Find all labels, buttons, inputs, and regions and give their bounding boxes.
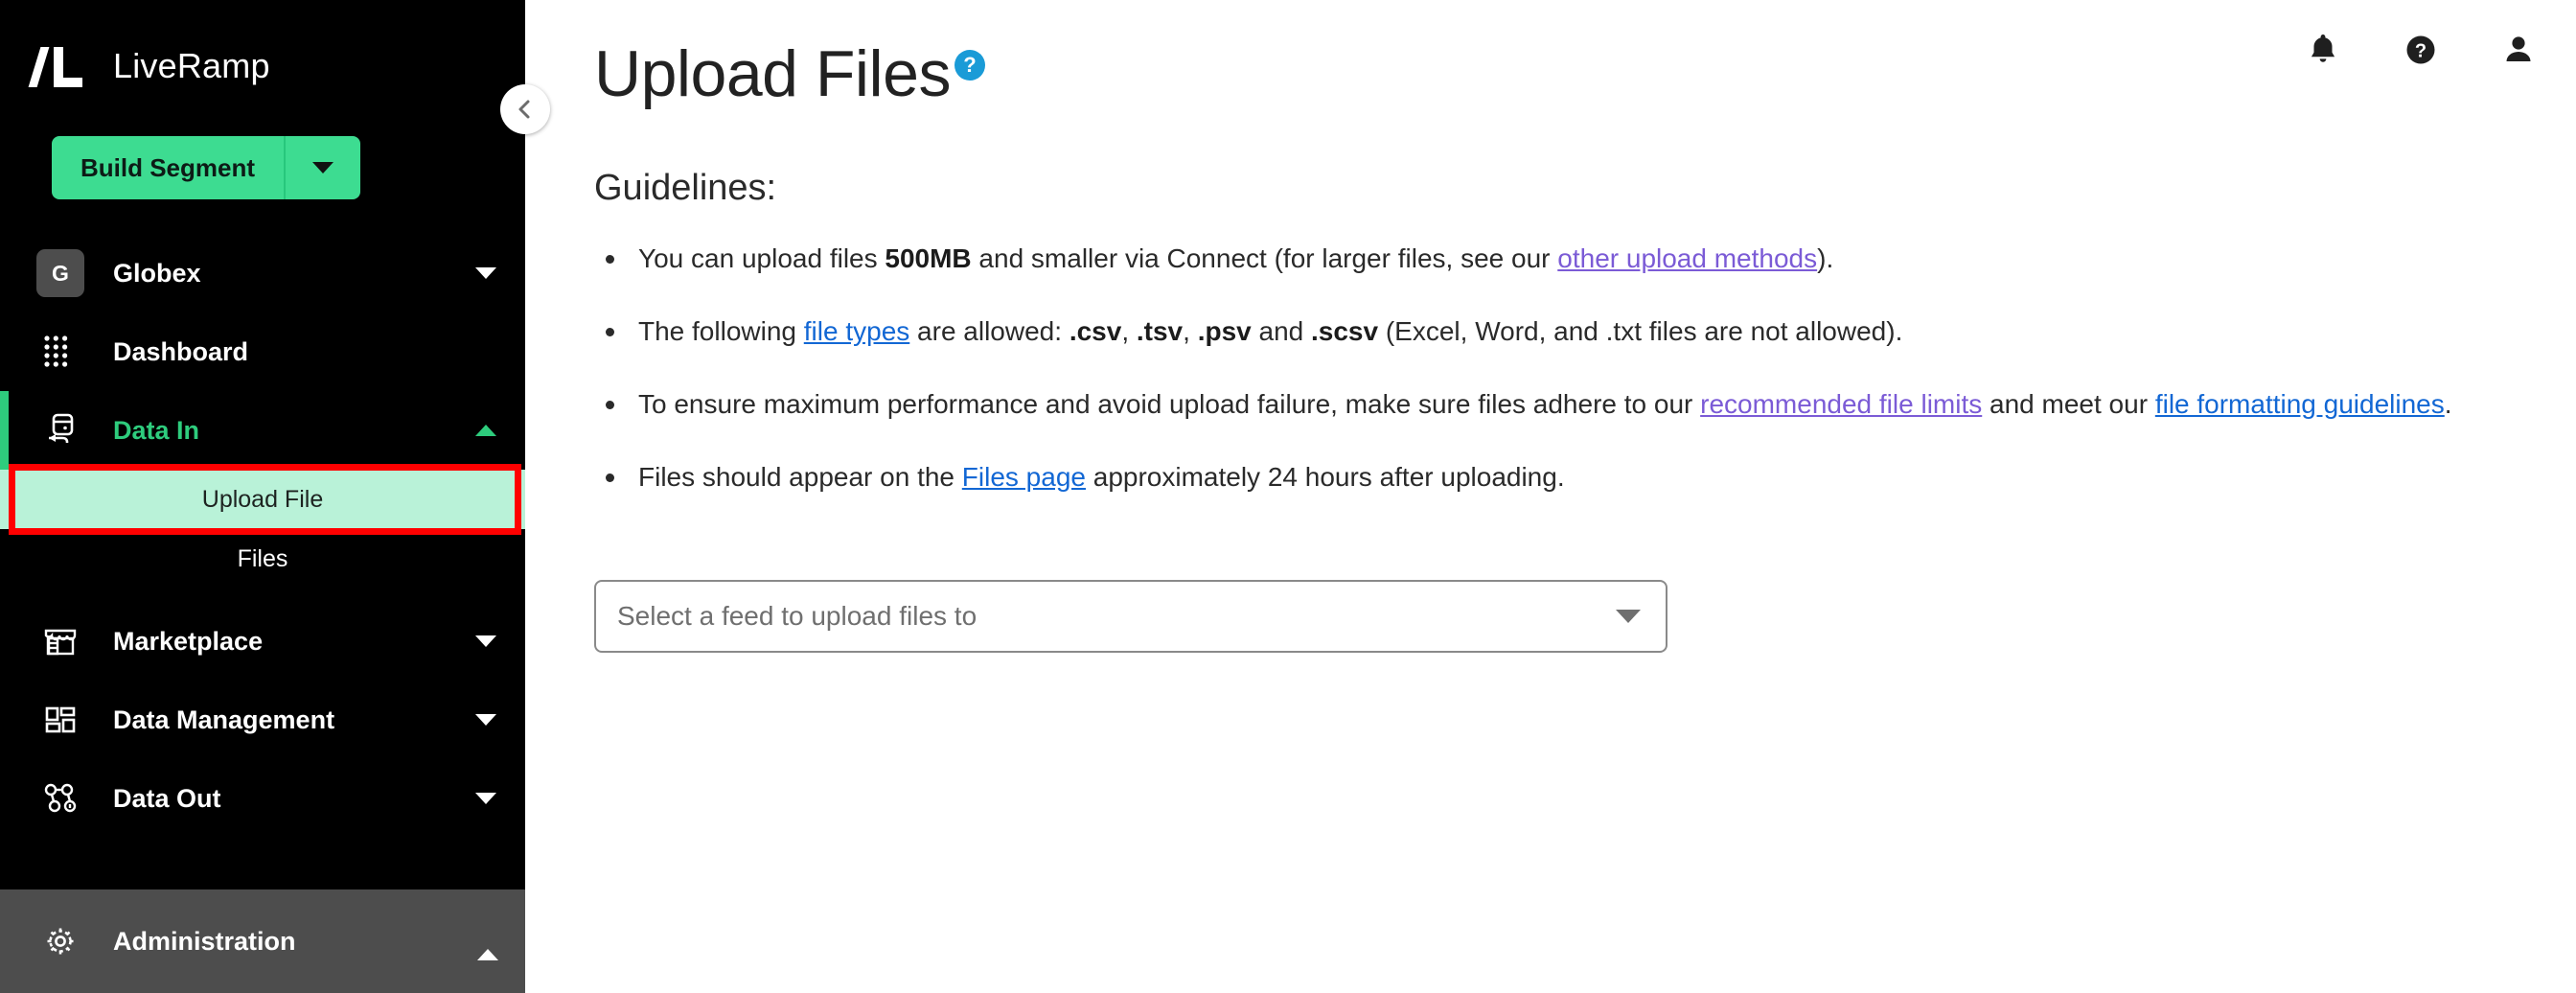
emphasis-text: .psv — [1197, 316, 1252, 347]
sidebar-item-data-in[interactable]: Data In — [0, 391, 525, 470]
svg-text:?: ? — [2415, 41, 2426, 62]
sidebar-item-label: Data In — [113, 415, 200, 445]
brand-name: LiveRamp — [113, 46, 270, 85]
guideline-text: To ensure maximum performance and avoid … — [638, 388, 1701, 419]
build-segment-label: Build Segment — [80, 152, 256, 182]
sidebar-item-marketplace[interactable]: Marketplace — [0, 602, 525, 681]
feed-select[interactable]: Select a feed to upload files to — [594, 580, 1668, 654]
chevron-down-icon[interactable] — [473, 635, 498, 647]
sidebar-item-files[interactable]: Files — [0, 529, 525, 589]
guideline-text: You can upload files — [638, 243, 886, 274]
build-segment-dropdown-toggle[interactable] — [286, 136, 360, 199]
emphasis-text: .tsv — [1136, 316, 1184, 347]
guideline-link[interactable]: recommended file limits — [1700, 389, 1982, 419]
guideline-text: . — [2444, 388, 2452, 419]
sidebar-item-label: Data Management — [113, 704, 335, 734]
guideline-text: The following — [638, 316, 804, 347]
guideline-text: are allowed: — [909, 316, 1070, 347]
sidebar-item-label: Globex — [113, 258, 201, 288]
build-segment-button[interactable]: Build Segment — [52, 136, 361, 199]
sidebar-item-data-out[interactable]: Data Out — [0, 759, 525, 838]
content-area: Guidelines: You can upload files 500MB a… — [525, 168, 2576, 654]
guideline-text: and smaller via Connect (for larger file… — [971, 243, 1558, 274]
sidebar-item-globex[interactable]: G Globex — [0, 234, 525, 312]
app-root: LiveRamp Build Segment G Globex Dashboar… — [0, 0, 2576, 993]
notifications-bell-icon[interactable] — [2300, 27, 2346, 73]
data-out-nodes-icon — [33, 771, 88, 826]
sidebar-item-label: Administration — [113, 926, 296, 956]
sidebar-item-dashboard[interactable]: Dashboard — [0, 312, 525, 391]
title-help-badge-icon[interactable]: ? — [954, 50, 985, 81]
build-segment-wrap: Build Segment — [0, 136, 525, 199]
help-circle-icon[interactable]: ? — [2398, 27, 2444, 73]
sidebar-item-label: Dashboard — [113, 336, 249, 366]
emphasis-text: .scsv — [1311, 316, 1379, 347]
sidebar-item-administration[interactable]: Administration — [0, 889, 525, 993]
guideline-text: ). — [1817, 243, 1834, 274]
sidebar-subitem-label: Files — [237, 544, 288, 572]
caret-down-icon — [1616, 610, 1641, 624]
guideline-text: and — [1251, 316, 1311, 347]
guideline-link[interactable]: file formatting guidelines — [2155, 389, 2445, 419]
guideline-text: , — [1183, 316, 1198, 347]
emphasis-text: 500MB — [885, 243, 972, 274]
chevron-up-icon[interactable] — [477, 933, 498, 960]
guidelines-list: You can upload files 500MB and smaller v… — [594, 240, 2511, 496]
guideline-text: and meet our — [1982, 388, 2155, 419]
guideline-link[interactable]: other upload methods — [1557, 243, 1817, 273]
sidebar-item-label: Marketplace — [113, 626, 264, 656]
chevron-left-icon — [518, 100, 530, 119]
user-account-icon[interactable] — [2496, 27, 2542, 73]
guideline-text: approximately 24 hours after uploading. — [1085, 461, 1565, 492]
active-indicator-bar — [0, 391, 9, 470]
guideline-link[interactable]: file types — [804, 316, 910, 346]
page-title: Upload Files — [594, 37, 951, 110]
chevron-down-icon[interactable] — [473, 793, 498, 804]
dashboard-grid-icon — [33, 324, 88, 380]
sub-active-indicator — [0, 470, 9, 529]
sidebar-nav: G Globex Dashboard Data In Upload File F… — [0, 234, 525, 889]
chevron-up-icon[interactable] — [473, 425, 498, 436]
guideline-text: , — [1121, 316, 1137, 347]
sidebar-item-data-management[interactable]: Data Management — [0, 681, 525, 759]
data-management-layout-icon — [33, 692, 88, 748]
data-in-icon — [33, 403, 88, 458]
gear-icon — [33, 913, 88, 969]
sidebar-item-label: Data Out — [113, 783, 221, 813]
chevron-down-icon[interactable] — [473, 267, 498, 279]
sidebar-subitem-label: Upload File — [201, 485, 324, 513]
guideline-link[interactable]: Files page — [962, 462, 1086, 492]
emphasis-text: .csv — [1069, 316, 1122, 347]
liveramp-logo-icon — [28, 41, 86, 91]
page-header: Upload Files ? — [525, 0, 2576, 108]
brand: LiveRamp — [0, 0, 525, 132]
guideline-item: To ensure maximum performance and avoid … — [594, 385, 2511, 424]
tenant-initial: G — [36, 249, 84, 297]
guideline-text: (Excel, Word, and .txt files are not all… — [1378, 316, 1903, 347]
guidelines-heading: Guidelines: — [594, 168, 777, 209]
top-action-bar: ? — [2300, 27, 2542, 73]
sidebar: LiveRamp Build Segment G Globex Dashboar… — [0, 0, 550, 993]
feed-select-placeholder: Select a feed to upload files to — [617, 601, 978, 632]
sidebar-item-upload-file[interactable]: Upload File — [0, 470, 525, 529]
guideline-item: Files should appear on the Files page ap… — [594, 458, 2511, 496]
guideline-item: You can upload files 500MB and smaller v… — [594, 240, 2511, 278]
chevron-down-icon[interactable] — [473, 714, 498, 726]
guideline-item: The following file types are allowed: .c… — [594, 312, 2511, 351]
tenant-badge-icon: G — [33, 245, 88, 301]
sidebar-collapse-button[interactable] — [500, 84, 550, 134]
caret-down-icon — [312, 162, 334, 173]
marketplace-storefront-icon — [33, 613, 88, 669]
guideline-text: Files should appear on the — [638, 461, 962, 492]
main-content: ? Upload Files ? Guidelines: You can upl… — [525, 0, 2576, 993]
